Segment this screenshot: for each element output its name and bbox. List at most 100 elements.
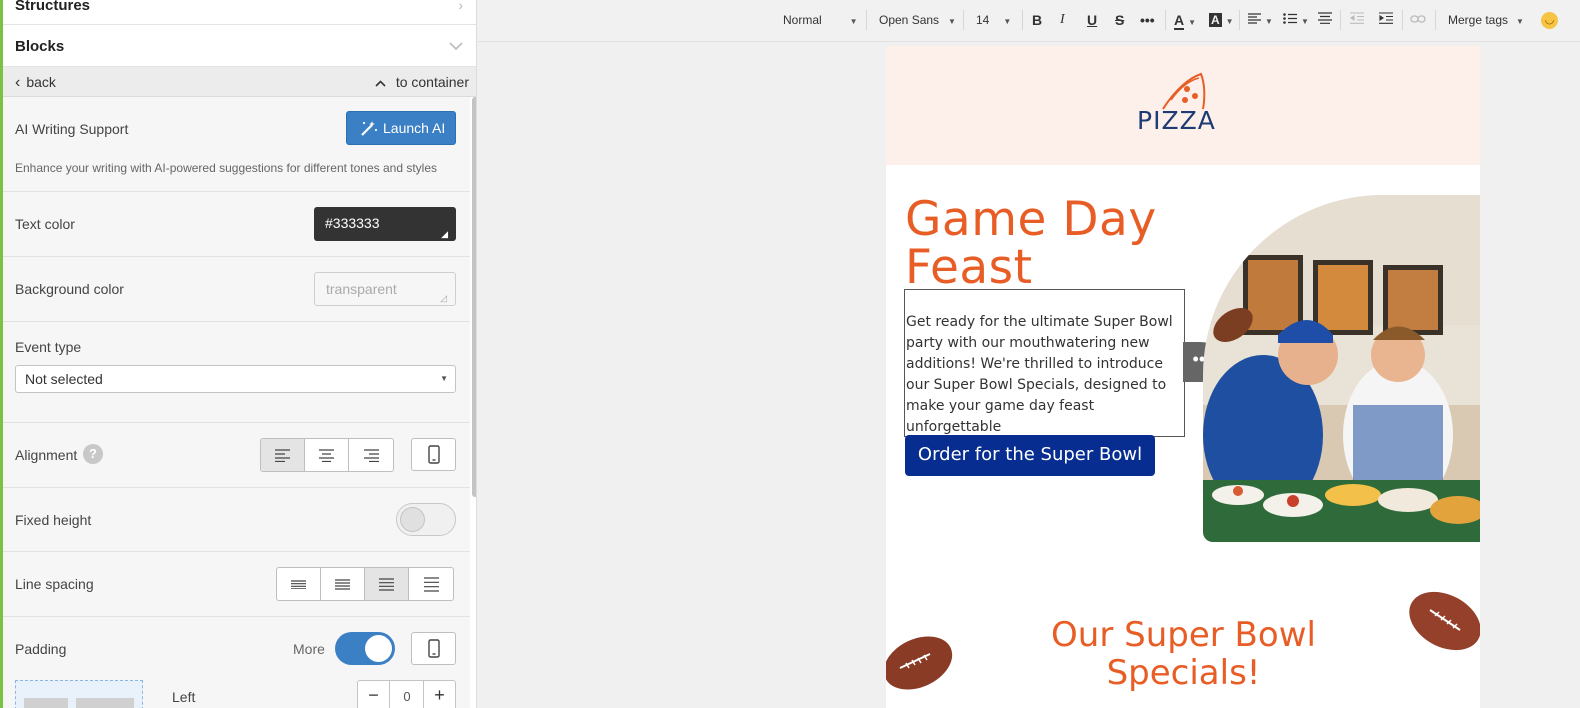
fans-watching-game-image — [1203, 195, 1480, 542]
order-cta-button[interactable]: Order for the Super Bowl — [905, 435, 1155, 476]
event-type-select[interactable]: Not selected ▼ — [15, 365, 456, 393]
align-right-button[interactable] — [349, 439, 393, 471]
text-format-toolbar: Normal ▼ Open Sans ▼ 14 ▼ B I U S ••• A ▼ A ▼… — [478, 0, 1580, 42]
text-color-picker[interactable]: #333333 ◢ — [314, 207, 456, 241]
ai-writing-description: Enhance your writing with AI-powered sug… — [15, 161, 438, 175]
mobile-icon — [427, 639, 440, 658]
dropdown-caret-icon: ▼ — [849, 17, 858, 26]
outdent-icon[interactable] — [1350, 12, 1364, 30]
link-icon[interactable] — [1410, 12, 1426, 30]
event-type-value: Not selected — [25, 371, 103, 387]
accordion-blocks[interactable]: Blocks — [3, 25, 476, 67]
back-label: back — [26, 74, 56, 90]
padding-more-toggle[interactable] — [335, 632, 395, 665]
align-left-icon — [1248, 13, 1261, 24]
alignment-group — [260, 438, 394, 472]
panel-scrollbar[interactable] — [472, 97, 476, 497]
specials-title[interactable]: Our Super Bowl Specials! — [1036, 616, 1331, 692]
line-spacing-3-button[interactable] — [365, 568, 409, 600]
bullet-list-icon — [1283, 13, 1297, 24]
font-size-value: 14 — [976, 13, 990, 27]
line-spacing-4-button[interactable] — [409, 568, 453, 600]
accordion-blocks-label: Blocks — [15, 38, 65, 55]
email-header: PIZZA — [886, 46, 1480, 165]
merge-tags-select[interactable]: Merge tags ▼ — [1448, 12, 1524, 30]
dropdown-caret-icon: ▼ — [1188, 18, 1197, 27]
padding-left-label: Left — [172, 689, 196, 705]
toggle-knob — [400, 507, 425, 532]
fixed-height-label: Fixed height — [15, 512, 92, 528]
line-spacing-relaxed-icon — [379, 577, 394, 591]
ai-writing-label: AI Writing Support — [15, 121, 129, 137]
bold-icon[interactable]: B — [1032, 12, 1042, 30]
align-left-icon — [275, 448, 290, 462]
format-select[interactable]: Normal ▼ — [783, 12, 858, 30]
background-color-value: transparent — [326, 281, 397, 297]
indent-icon[interactable] — [1379, 12, 1393, 30]
back-link[interactable]: ‹ back — [15, 74, 56, 92]
chevron-left-icon: ‹ — [15, 74, 21, 91]
pizza-slice-logo-icon — [1162, 72, 1206, 110]
font-color-icon: A — [1174, 12, 1185, 30]
hero-text-block[interactable]: Get ready for the ultimate Super Bowl pa… — [904, 289, 1185, 437]
align-center-button[interactable] — [305, 439, 349, 471]
padding-left-stepper: − 0 + — [357, 680, 456, 708]
event-type-label: Event type — [15, 339, 82, 355]
toggle-knob — [365, 635, 392, 662]
underline-icon[interactable]: U — [1087, 12, 1097, 30]
chevron-down-icon — [449, 38, 463, 54]
font-family-select[interactable]: Open Sans ▼ — [879, 12, 956, 30]
mobile-icon — [427, 445, 440, 464]
dropdown-caret-icon: ▼ — [1265, 17, 1273, 26]
padding-preview-block — [24, 698, 68, 708]
block-nav-bar: ‹ back to container — [3, 67, 476, 97]
line-spacing-1-button[interactable] — [277, 568, 321, 600]
magic-wand-icon — [360, 120, 378, 140]
italic-icon[interactable]: I — [1060, 12, 1065, 30]
accordion-structures-label: Structures — [15, 0, 91, 14]
dropdown-caret-icon: ▼ — [948, 17, 956, 26]
launch-ai-label: Launch AI — [383, 120, 446, 136]
padding-left-value[interactable]: 0 — [390, 689, 424, 704]
to-container-link[interactable]: to container — [375, 74, 469, 90]
padding-preview-block — [76, 698, 134, 708]
launch-ai-button[interactable]: Launch AI — [346, 111, 456, 145]
minus-button[interactable]: − — [358, 681, 390, 708]
alignment-label: Alignment — [15, 447, 78, 463]
help-icon[interactable]: ? — [83, 444, 103, 464]
hero-title[interactable]: Game Day Feast — [905, 196, 1185, 292]
line-spacing-tight-icon — [291, 579, 306, 589]
line-spacing-2-button[interactable] — [321, 568, 365, 600]
hero-image[interactable] — [1203, 195, 1480, 542]
align-right-icon — [363, 448, 379, 462]
accordion-structures[interactable]: Structures › — [3, 0, 476, 25]
background-color-label: Background color — [15, 281, 124, 297]
plus-button[interactable]: + — [423, 681, 455, 708]
background-color-picker[interactable]: transparent ◿ — [314, 272, 456, 306]
chevron-up-icon — [375, 74, 390, 90]
font-size-select[interactable]: 14 ▼ — [976, 12, 1011, 30]
settings-panel: Structures › Blocks ‹ back to container A… — [0, 0, 477, 708]
line-spacing-label: Line spacing — [15, 576, 94, 592]
text-color-value: #333333 — [325, 215, 380, 231]
text-color-tool[interactable]: A ▼ — [1174, 12, 1196, 30]
emoji-icon[interactable]: ◡ — [1541, 11, 1558, 29]
line-height-icon[interactable] — [1318, 12, 1332, 30]
mobile-padding-button[interactable] — [411, 632, 456, 665]
mobile-alignment-button[interactable] — [411, 438, 456, 471]
list-tool[interactable]: ▼ — [1283, 12, 1309, 30]
highlight-color-tool[interactable]: A ▼ — [1209, 12, 1234, 30]
email-preview: PIZZA Game Day Feast Get ready for the u… — [886, 46, 1480, 708]
more-icon[interactable]: ••• — [1140, 12, 1155, 30]
fixed-height-toggle[interactable] — [396, 503, 456, 536]
background-color-row: Background color transparent ◿ — [3, 257, 470, 322]
block-settings: AI Writing Support Launch AI Enhance you… — [3, 97, 470, 708]
strikethrough-icon[interactable]: S — [1115, 12, 1124, 30]
text-align-tool[interactable]: ▼ — [1248, 12, 1273, 30]
chevron-right-icon: › — [458, 0, 463, 13]
text-color-row: Text color #333333 ◢ — [3, 192, 470, 257]
line-spacing-normal-icon — [335, 578, 350, 590]
fixed-height-row: Fixed height — [3, 488, 470, 552]
align-left-button[interactable] — [261, 439, 305, 471]
padding-row: Padding More Left − 0 + — [3, 617, 470, 708]
